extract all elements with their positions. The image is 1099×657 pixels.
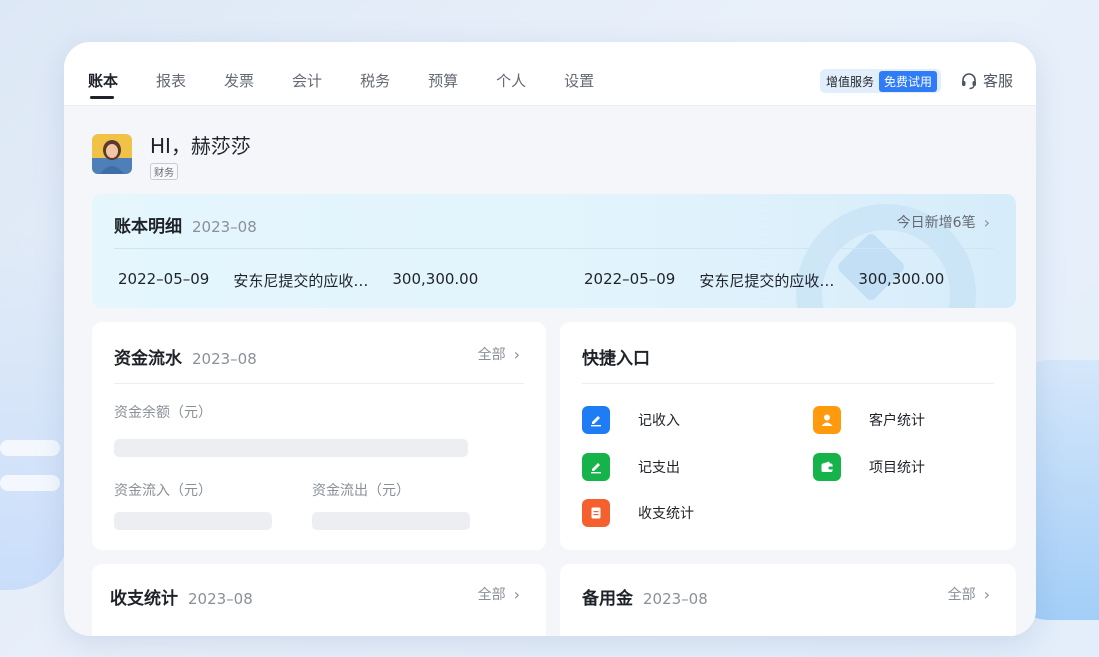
ledger-entry[interactable]: 2022–05–09 安东尼提交的应收… 300,300.00: [584, 270, 968, 291]
petty-cash-all-link[interactable]: 全部 ›: [948, 584, 990, 604]
chevron-right-icon: ›: [513, 584, 520, 604]
tab-settings[interactable]: 设置: [564, 70, 594, 91]
shortcut-label: 收支统计: [638, 506, 694, 522]
divider: [114, 248, 994, 249]
tab-accounting[interactable]: 会计: [292, 70, 322, 91]
document-icon: [582, 499, 610, 527]
ledger-details-panel: 账本明细 2023–08 今日新增6笔 › 2022–05–09 安东尼提交的应…: [92, 194, 1016, 308]
petty-cash-header: 备用金 2023–08: [582, 584, 708, 609]
ledger-more-label: 今日新增6笔: [896, 215, 976, 231]
shortcut-label: 记支出: [638, 460, 680, 476]
chevron-right-icon: ›: [983, 212, 990, 232]
chevron-right-icon: ›: [983, 584, 990, 604]
avatar-image: [92, 134, 132, 174]
shortcuts-header: 快捷入口: [582, 344, 650, 369]
ledger-date: 2023–08: [192, 218, 257, 236]
user-greeting: HI，赫莎莎 财务: [92, 126, 1012, 186]
ledger-header: 账本明细 2023–08: [114, 212, 257, 237]
cashflow-panel: 资金流水 2023–08 全部 › 资金余额（元） 资金流入（元） 资金流出（元…: [92, 322, 546, 550]
income-stats-header: 收支统计 2023–08: [110, 584, 253, 609]
top-navigation: 账本 报表 发票 会计 税务 预算 个人 设置 增值服务 免费试用 客服: [64, 42, 1036, 106]
inflow-label: 资金流入（元）: [114, 483, 212, 499]
balance-label: 资金余额（元）: [114, 405, 212, 421]
entry-date: 2022–05–09: [118, 270, 210, 288]
wallet-icon: [813, 453, 841, 481]
all-label: 全部: [477, 347, 506, 363]
decoration-bar: [0, 440, 60, 456]
income-stats-all-link[interactable]: 全部 ›: [478, 584, 520, 604]
background-decoration-left: [0, 230, 70, 590]
shortcuts-title: 快捷入口: [582, 349, 650, 369]
entry-description: 安东尼提交的应收…: [699, 272, 835, 290]
income-stats-panel: 收支统计 2023–08 全部 ›: [92, 564, 546, 636]
tab-ledger[interactable]: 账本: [88, 70, 118, 99]
petty-cash-title: 备用金: [582, 589, 633, 609]
shortcut-record-income[interactable]: 记收入: [582, 406, 680, 434]
petty-cash-date: 2023–08: [643, 590, 708, 608]
greeting-text: HI，赫莎莎: [150, 134, 251, 158]
entry-amount: 300,300.00: [858, 270, 945, 288]
main-tabs: 账本 报表 发票 会计 税务 预算 个人 设置: [88, 70, 632, 99]
entry-description: 安东尼提交的应收…: [233, 272, 369, 290]
tab-invoices[interactable]: 发票: [224, 70, 254, 91]
value-added-service-button[interactable]: 增值服务 免费试用: [820, 69, 942, 93]
pencil-icon: [582, 406, 610, 434]
outflow-label: 资金流出（元）: [312, 483, 410, 499]
ledger-title: 账本明细: [114, 217, 182, 237]
shortcut-label: 客户统计: [869, 413, 925, 429]
cashflow-all-link[interactable]: 全部 ›: [478, 344, 520, 364]
ledger-more-link[interactable]: 今日新增6笔 ›: [897, 212, 990, 232]
outflow-placeholder: [312, 512, 470, 530]
balance-placeholder: [114, 439, 468, 457]
divider: [114, 383, 524, 384]
app-window: 账本 报表 发票 会计 税务 预算 个人 设置 增值服务 免费试用 客服 HI，…: [64, 42, 1036, 636]
all-label: 全部: [477, 587, 506, 603]
decoration-bar: [0, 475, 60, 491]
value-service-label: 增值服务: [826, 74, 875, 89]
tab-tax[interactable]: 税务: [360, 70, 390, 91]
shortcuts-panel: 快捷入口 记收入 客户统计 记支出 项目统计 收支统计: [560, 322, 1016, 550]
shortcut-customer-stats[interactable]: 客户统计: [813, 406, 925, 434]
pencil-icon: [582, 453, 610, 481]
cashflow-title: 资金流水: [114, 349, 182, 369]
shortcut-label: 记收入: [638, 413, 680, 429]
customer-service-label: 客服: [983, 72, 1014, 90]
tab-personal[interactable]: 个人: [496, 70, 526, 91]
cashflow-date: 2023–08: [192, 350, 257, 368]
all-label: 全部: [947, 587, 976, 603]
shortcut-record-expense[interactable]: 记支出: [582, 453, 680, 481]
shortcut-label: 项目统计: [869, 460, 925, 476]
tab-budget[interactable]: 预算: [428, 70, 458, 91]
shortcut-project-stats[interactable]: 项目统计: [813, 453, 925, 481]
ledger-entry[interactable]: 2022–05–09 安东尼提交的应收… 300,300.00: [118, 270, 502, 291]
entry-amount: 300,300.00: [392, 270, 479, 288]
avatar[interactable]: [92, 134, 132, 174]
cashflow-header: 资金流水 2023–08: [114, 344, 257, 369]
income-stats-date: 2023–08: [188, 590, 253, 608]
chevron-right-icon: ›: [513, 344, 520, 364]
income-stats-title: 收支统计: [110, 589, 178, 609]
inflow-placeholder: [114, 512, 272, 530]
shortcut-income-expense-stats[interactable]: 收支统计: [582, 499, 694, 527]
user-icon: [813, 406, 841, 434]
customer-service-button[interactable]: 客服: [960, 70, 1013, 91]
divider: [582, 383, 994, 384]
role-badge: 财务: [150, 163, 178, 180]
entry-date: 2022–05–09: [584, 270, 676, 288]
petty-cash-panel: 备用金 2023–08 全部 ›: [560, 564, 1016, 636]
headset-icon: [962, 72, 976, 89]
free-trial-badge: 免费试用: [879, 70, 938, 92]
tab-reports[interactable]: 报表: [156, 70, 186, 91]
